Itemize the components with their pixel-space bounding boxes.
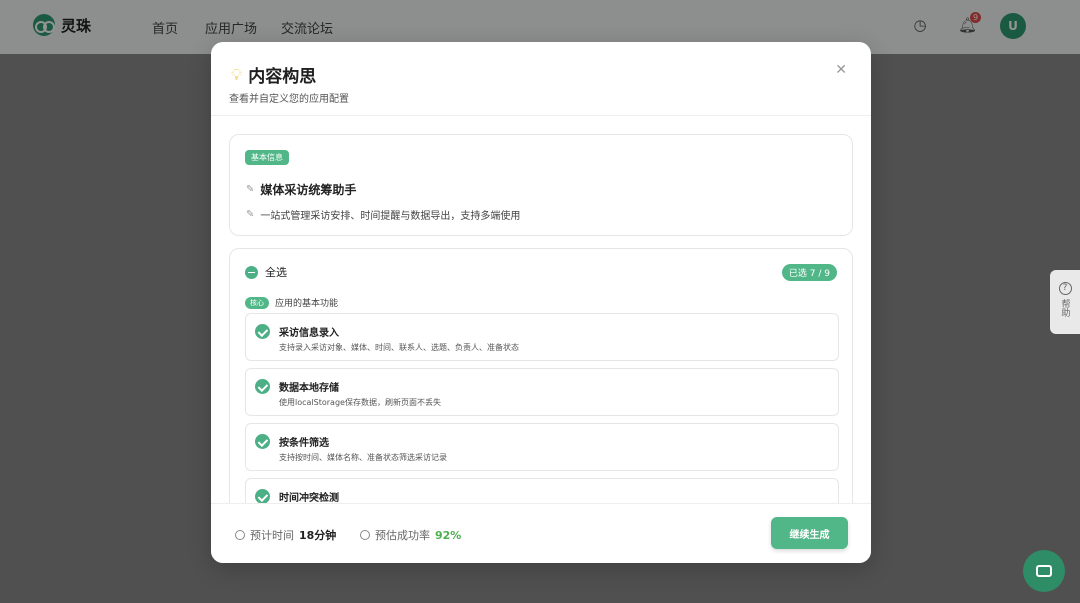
pencil-icon[interactable]: ✎: [246, 209, 254, 220]
clock-icon: [235, 530, 245, 540]
content-concept-modal: 💡︎ 内容构思 查看并自定义您的应用配置 ✕ 基本信息 ✎ 媒体采访统筹助手 ✎…: [211, 42, 871, 563]
modal-subtitle: 查看并自定义您的应用配置: [229, 94, 349, 105]
modal-title: 内容构思: [248, 67, 317, 87]
app-name[interactable]: 媒体采访统筹助手: [260, 181, 356, 198]
group-label: 应用的基本功能: [275, 299, 339, 309]
chat-button[interactable]: [1023, 550, 1065, 592]
help-tab[interactable]: ? 帮助: [1050, 270, 1080, 334]
app-desc-row[interactable]: ✎ 一站式管理采访安排、时间提醒与数据导出，支持多端使用: [246, 207, 520, 222]
feature-item[interactable]: 采访信息录入 支持录入采访对象、媒体、时间、联系人、选题、负责人、准备状态: [245, 313, 839, 361]
indeterminate-check-icon: [245, 265, 258, 279]
estimated-time-value: 18分钟: [299, 529, 337, 542]
check-icon[interactable]: [255, 489, 270, 503]
modal-header: 💡︎ 内容构思 查看并自定义您的应用配置 ✕: [211, 42, 871, 116]
core-tag: 核心: [245, 296, 269, 309]
feature-desc: 使用localStorage保存数据，刷新页面不丢失: [279, 398, 441, 407]
feature-title: 按条件筛选: [279, 438, 329, 449]
select-all-checkbox[interactable]: 全选: [245, 264, 287, 280]
help-label: 帮助: [1059, 299, 1070, 317]
target-icon: [360, 530, 370, 540]
feature-desc: 支持按时间、媒体名称、准备状态筛选采访记录: [279, 453, 447, 462]
close-icon[interactable]: ✕: [835, 62, 847, 78]
feature-item[interactable]: 时间冲突检测: [245, 478, 839, 503]
estimated-time: 预计时间 18分钟: [235, 527, 336, 543]
feature-item[interactable]: 按条件筛选 支持按时间、媒体名称、准备状态筛选采访记录: [245, 423, 839, 471]
check-icon[interactable]: [255, 379, 270, 394]
feature-title: 数据本地存储: [279, 383, 339, 394]
feature-title: 采访信息录入: [279, 328, 339, 339]
check-icon[interactable]: [255, 434, 270, 449]
success-rate-label: 预估成功率: [375, 529, 430, 542]
modal-footer: 预计时间 18分钟 预估成功率 92% 继续生成: [211, 503, 871, 563]
estimated-time-label: 预计时间: [250, 529, 294, 542]
feature-item[interactable]: 数据本地存储 使用localStorage保存数据，刷新页面不丢失: [245, 368, 839, 416]
continue-generate-button[interactable]: 继续生成: [771, 517, 848, 549]
select-all-label: 全选: [265, 266, 287, 279]
features-card: 全选 已选 7 / 9 核心 应用的基本功能 采访信息录入 支持录入采访对象、媒…: [229, 248, 853, 503]
success-rate: 预估成功率 92%: [360, 527, 461, 543]
app-name-row[interactable]: ✎ 媒体采访统筹助手: [246, 181, 356, 198]
selected-count-badge: 已选 7 / 9: [781, 264, 837, 281]
success-rate-value: 92%: [435, 528, 462, 542]
check-icon[interactable]: [255, 324, 270, 339]
question-icon: ?: [1058, 282, 1072, 295]
modal-body[interactable]: 基本信息 ✎ 媒体采访统筹助手 ✎ 一站式管理采访安排、时间提醒与数据导出，支持…: [211, 117, 871, 503]
basic-info-card: 基本信息 ✎ 媒体采访统筹助手 ✎ 一站式管理采访安排、时间提醒与数据导出，支持…: [229, 134, 853, 236]
app-description[interactable]: 一站式管理采访安排、时间提醒与数据导出，支持多端使用: [260, 207, 520, 222]
chat-icon: [1036, 565, 1052, 577]
pencil-icon[interactable]: ✎: [246, 184, 254, 195]
feature-desc: 支持录入采访对象、媒体、时间、联系人、选题、负责人、准备状态: [279, 343, 519, 352]
feature-group-header: 核心 应用的基本功能: [245, 296, 338, 309]
basic-info-tag: 基本信息: [245, 150, 289, 165]
lightbulb-icon: 💡︎: [231, 64, 243, 84]
feature-title: 时间冲突检测: [279, 493, 339, 503]
